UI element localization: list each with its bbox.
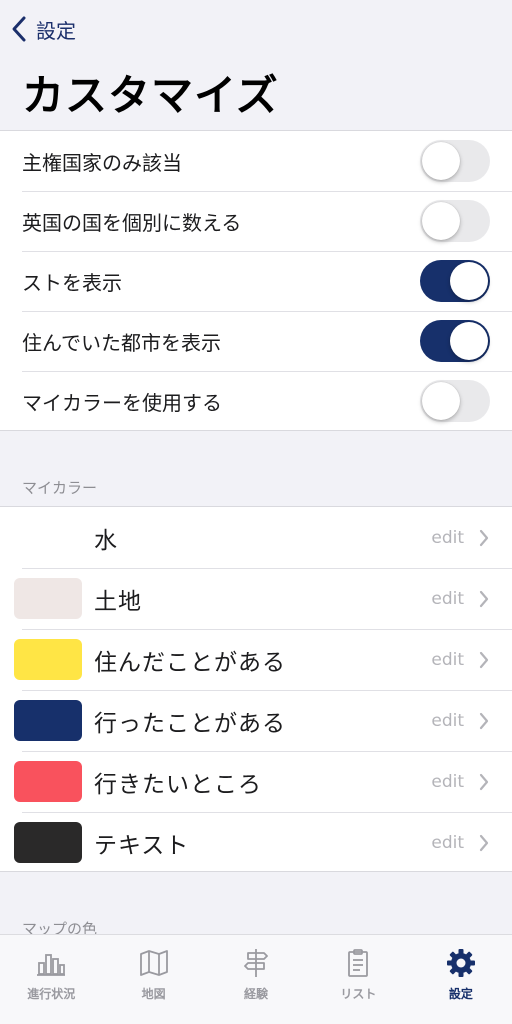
edit-label: edit: [431, 527, 464, 548]
color-row-visited[interactable]: 行ったことがある edit: [0, 690, 512, 751]
color-swatch: [14, 517, 82, 558]
switch-knob: [450, 322, 488, 360]
toggle-label: ストを表示: [22, 270, 122, 295]
toggle-switch[interactable]: [420, 200, 490, 242]
chevron-right-icon: [479, 529, 489, 546]
toggle-row-sovereign-only: 主権国家のみ該当: [0, 131, 512, 191]
edit-label: edit: [431, 771, 464, 792]
color-row-land[interactable]: 土地 edit: [0, 568, 512, 629]
tab-label: 地図: [141, 987, 166, 1001]
color-row-text[interactable]: テキスト edit: [0, 812, 512, 873]
toggle-switch[interactable]: [420, 140, 490, 182]
tab-map[interactable]: 地図: [102, 935, 204, 1024]
toggle-switch[interactable]: [420, 320, 490, 362]
color-label: テキスト: [94, 832, 190, 859]
tab-list[interactable]: リスト: [307, 935, 409, 1024]
switch-knob: [422, 382, 460, 420]
back-button-label: 設定: [36, 18, 76, 43]
switch-knob: [422, 202, 460, 240]
color-label: 行きたいところ: [94, 771, 262, 798]
clipboard-icon: [348, 949, 369, 977]
toggle-label: 英国の国を個別に数える: [22, 210, 242, 235]
toggle-row-show-list: ストを表示: [0, 251, 512, 311]
color-swatch: [14, 578, 82, 619]
bar-chart-icon: [37, 954, 66, 976]
color-swatch: [14, 639, 82, 680]
color-swatch: [14, 700, 82, 741]
toggle-label: 主権国家のみ該当: [22, 150, 182, 175]
tab-settings[interactable]: 設定: [410, 935, 512, 1024]
chevron-left-icon: [12, 16, 26, 42]
toggle-settings-group: 主権国家のみ該当 英国の国を個別に数える ストを表示 住んでいた都市を表示 マイ…: [0, 130, 512, 431]
color-label: 住んだことがある: [94, 649, 286, 676]
tab-label: 設定: [448, 987, 473, 1001]
edit-label: edit: [431, 710, 464, 731]
page-title: カスタマイズ: [22, 71, 279, 120]
chevron-right-icon: [479, 590, 489, 607]
tab-label: リスト: [340, 987, 377, 1001]
color-label: 土地: [94, 588, 142, 615]
tab-label: 経験: [244, 987, 269, 1001]
color-row-want-to-go[interactable]: 行きたいところ edit: [0, 751, 512, 812]
customize-screen: 設定 カスタマイズ 主権国家のみ該当 英国の国を個別に数える ストを表示 住んで…: [0, 0, 512, 1024]
section-header-my-color: マイカラー: [22, 479, 98, 497]
signpost-icon: [244, 949, 268, 977]
toggle-row-uk-countries: 英国の国を個別に数える: [0, 191, 512, 251]
edit-label: edit: [431, 832, 464, 853]
color-row-lived[interactable]: 住んだことがある edit: [0, 629, 512, 690]
color-label: 水: [94, 527, 118, 554]
map-icon: [139, 950, 168, 976]
chevron-right-icon: [479, 651, 489, 668]
edit-label: edit: [431, 649, 464, 670]
color-label: 行ったことがある: [94, 710, 286, 737]
chevron-right-icon: [479, 712, 489, 729]
tab-progress[interactable]: 進行状況: [0, 935, 102, 1024]
switch-knob: [422, 142, 460, 180]
toggle-label: マイカラーを使用する: [22, 390, 222, 415]
tab-experience[interactable]: 経験: [205, 935, 307, 1024]
color-row-water[interactable]: 水 edit: [0, 507, 512, 568]
switch-knob: [450, 262, 488, 300]
back-button[interactable]: 設定: [10, 12, 76, 46]
edit-label: edit: [431, 588, 464, 609]
toggle-switch[interactable]: [420, 380, 490, 422]
toggle-row-lived-cities: 住んでいた都市を表示: [0, 311, 512, 371]
toggle-label: 住んでいた都市を表示: [22, 330, 221, 355]
gear-icon: [446, 949, 475, 977]
color-swatch: [14, 822, 82, 863]
chevron-right-icon: [479, 773, 489, 790]
toggle-row-use-my-color: マイカラーを使用する: [0, 371, 512, 431]
tab-bar: 進行状況 地図 経験 リスト 設定: [0, 934, 512, 1024]
toggle-switch[interactable]: [420, 260, 490, 302]
chevron-right-icon: [479, 834, 489, 851]
my-color-group: 水 edit 土地 edit 住んだことがある edit 行ったことがある ed…: [0, 506, 512, 872]
tab-label: 進行状況: [27, 987, 76, 1001]
color-swatch: [14, 761, 82, 802]
